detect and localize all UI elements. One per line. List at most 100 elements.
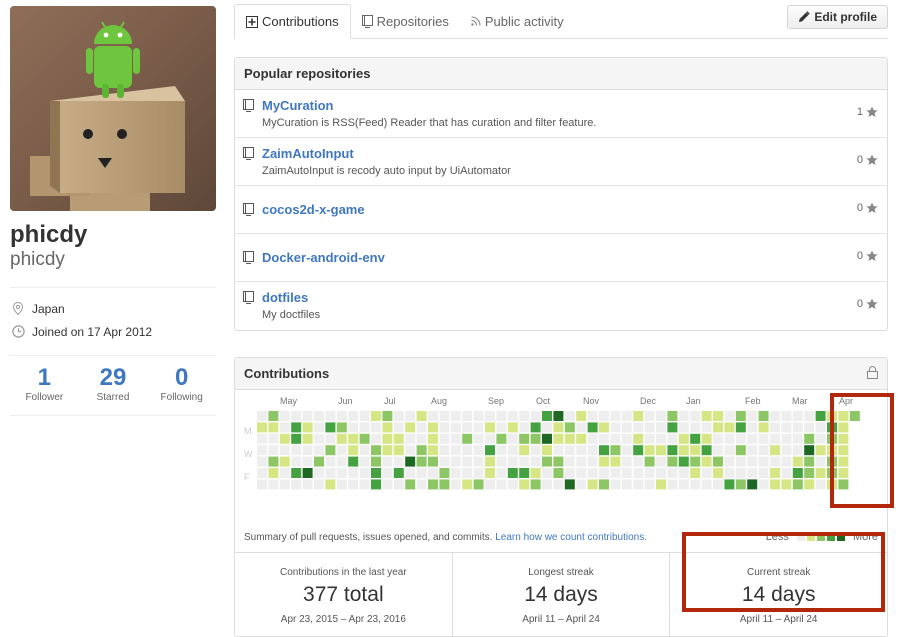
calendar-day[interactable] (610, 445, 621, 456)
calendar-day[interactable] (576, 468, 587, 478)
calendar-day[interactable] (450, 468, 461, 478)
calendar-day[interactable] (496, 468, 507, 478)
calendar-day[interactable] (519, 422, 530, 433)
calendar-day[interactable] (678, 422, 689, 433)
repo-item[interactable]: cocos2d-x-game 0 (235, 186, 887, 234)
calendar-day[interactable] (724, 445, 735, 456)
calendar-day[interactable] (656, 411, 666, 421)
calendar-day[interactable] (735, 433, 746, 444)
calendar-day[interactable] (405, 433, 416, 444)
calendar-day[interactable] (382, 479, 393, 490)
calendar-day[interactable] (792, 456, 803, 467)
calendar-day[interactable] (804, 456, 815, 467)
learn-contributions-link[interactable]: Learn how we count contributions. (495, 532, 647, 543)
calendar-day[interactable] (781, 445, 792, 456)
calendar-day[interactable] (735, 422, 746, 433)
calendar-day[interactable] (770, 456, 780, 467)
calendar-day[interactable] (405, 456, 416, 467)
calendar-day[interactable] (815, 433, 826, 444)
calendar-day[interactable] (838, 445, 849, 456)
calendar-day[interactable] (781, 456, 792, 467)
calendar-day[interactable] (359, 422, 370, 433)
calendar-day[interactable] (439, 433, 450, 444)
calendar-day[interactable] (621, 411, 632, 421)
calendar-day[interactable] (599, 479, 609, 490)
repo-stars[interactable]: 1 (857, 106, 878, 118)
calendar-day[interactable] (678, 445, 689, 456)
calendar-day[interactable] (701, 468, 712, 478)
calendar-day[interactable] (633, 445, 644, 456)
calendar-day[interactable] (359, 445, 370, 456)
calendar-day[interactable] (587, 422, 598, 433)
calendar-day[interactable] (735, 479, 746, 490)
calendar-day[interactable] (747, 445, 758, 456)
repo-stars[interactable]: 0 (857, 202, 878, 214)
calendar-day[interactable] (713, 468, 723, 478)
calendar-day[interactable] (416, 479, 427, 490)
calendar-day[interactable] (713, 456, 723, 467)
calendar-day[interactable] (325, 422, 336, 433)
calendar-day[interactable] (519, 445, 530, 456)
calendar-day[interactable] (576, 433, 587, 444)
calendar-day[interactable] (667, 422, 678, 433)
calendar-day[interactable] (678, 456, 689, 467)
calendar-day[interactable] (314, 433, 324, 444)
calendar-day[interactable] (713, 445, 723, 456)
calendar-day[interactable] (279, 468, 290, 478)
calendar-day[interactable] (302, 479, 313, 490)
calendar-day[interactable] (439, 422, 450, 433)
calendar-day[interactable] (416, 422, 427, 433)
calendar-day[interactable] (690, 433, 701, 444)
calendar-day[interactable] (302, 411, 313, 421)
repo-item[interactable]: ZaimAutoInput ZaimAutoInput is recody aut… (235, 138, 887, 186)
calendar-day[interactable] (599, 422, 609, 433)
calendar-day[interactable] (405, 479, 416, 490)
calendar-day[interactable] (519, 479, 530, 490)
calendar-day[interactable] (735, 445, 746, 456)
calendar-day[interactable] (359, 468, 370, 478)
calendar-day[interactable] (359, 456, 370, 467)
calendar-day[interactable] (599, 433, 609, 444)
calendar-day[interactable] (599, 468, 609, 478)
calendar-day[interactable] (450, 422, 461, 433)
calendar-day[interactable] (758, 456, 769, 467)
calendar-day[interactable] (770, 445, 780, 456)
calendar-day[interactable] (724, 456, 735, 467)
calendar-day[interactable] (838, 411, 849, 421)
calendar-day[interactable] (564, 479, 575, 490)
calendar-day[interactable] (428, 468, 438, 478)
calendar-day[interactable] (690, 422, 701, 433)
calendar-day[interactable] (781, 411, 792, 421)
repo-name-link[interactable]: ZaimAutoInput (262, 146, 887, 162)
calendar-day[interactable] (633, 479, 644, 490)
calendar-day[interactable] (530, 468, 541, 478)
calendar-day[interactable] (701, 456, 712, 467)
calendar-day[interactable] (690, 445, 701, 456)
calendar-day[interactable] (291, 445, 302, 456)
calendar-day[interactable] (564, 445, 575, 456)
calendar-day[interactable] (542, 433, 552, 444)
calendar-day[interactable] (348, 456, 359, 467)
calendar-day[interactable] (428, 456, 438, 467)
repo-name-link[interactable]: cocos2d-x-game (262, 202, 887, 218)
calendar-day[interactable] (633, 433, 644, 444)
calendar-day[interactable] (576, 456, 587, 467)
calendar-day[interactable] (359, 411, 370, 421)
calendar-day[interactable] (507, 422, 518, 433)
calendar-day[interactable] (348, 422, 359, 433)
calendar-day[interactable] (621, 479, 632, 490)
calendar-day[interactable] (827, 445, 837, 456)
calendar-day[interactable] (827, 411, 837, 421)
calendar-day[interactable] (291, 468, 302, 478)
repo-name-link[interactable]: MyCuration (262, 98, 887, 114)
calendar-day[interactable] (599, 456, 609, 467)
calendar-day[interactable] (473, 479, 484, 490)
calendar-day[interactable] (644, 411, 655, 421)
calendar-day[interactable] (314, 468, 324, 478)
calendar-day[interactable] (462, 456, 473, 467)
calendar-day[interactable] (371, 411, 381, 421)
calendar-day[interactable] (450, 433, 461, 444)
calendar-day[interactable] (416, 411, 427, 421)
calendar-day[interactable] (496, 411, 507, 421)
calendar-day[interactable] (416, 468, 427, 478)
